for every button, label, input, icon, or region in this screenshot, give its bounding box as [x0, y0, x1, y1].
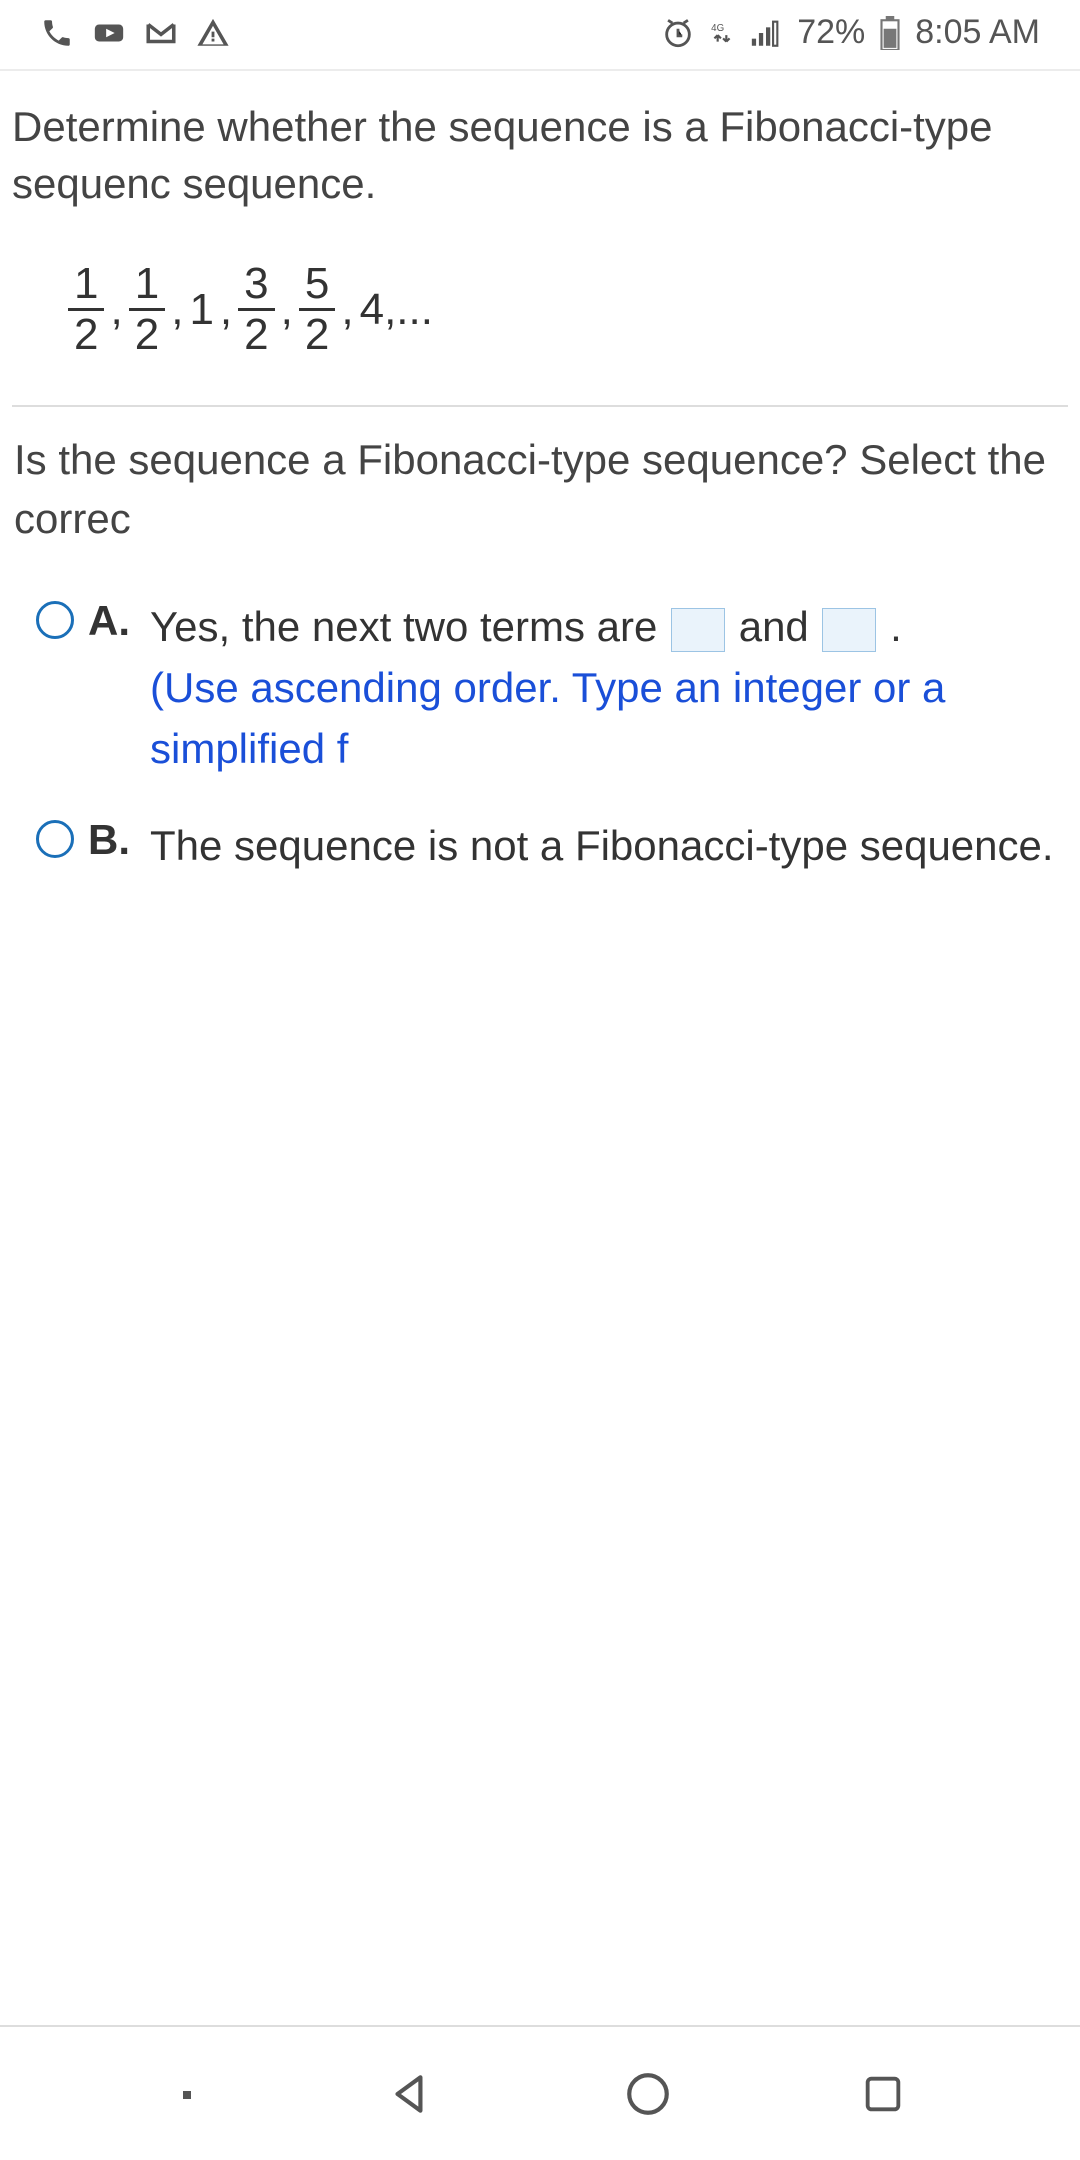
radio-a[interactable]: [36, 601, 74, 639]
circle-home-icon: [623, 2069, 673, 2119]
question-intro: Determine whether the sequence is a Fibo…: [12, 95, 1068, 222]
svg-text:4G: 4G: [711, 22, 724, 33]
term-5: 5 2: [299, 262, 335, 357]
signal-icon: [749, 16, 783, 50]
nav-home-button[interactable]: [623, 2069, 673, 2119]
status-right: 4G 72% 8:05 AM: [661, 13, 1040, 52]
status-bar: 4G 72% 8:05 AM: [0, 0, 1080, 65]
mail-icon: [144, 16, 178, 50]
term-4: 3 2: [238, 262, 274, 357]
option-a-hint: (Use ascending order. Type an integer or…: [150, 664, 945, 772]
phone-icon: [40, 16, 74, 50]
square-small-icon: [174, 2082, 198, 2106]
option-a-letter: A.: [88, 597, 136, 645]
option-a-text-after: .: [890, 603, 902, 650]
option-b-text: The sequence is not a Fibonacci-type seq…: [150, 816, 1054, 877]
option-a-body: Yes, the next two terms are and . (Use a…: [150, 597, 1068, 780]
term-tail: ,...: [384, 285, 433, 335]
term-3: 1: [189, 285, 213, 335]
sequence-display: 1 2 , 1 2 , 1 , 3 2 , 5 2: [12, 222, 1068, 397]
term-2: 1 2: [129, 262, 165, 357]
video-icon: [92, 16, 126, 50]
answer-input-1[interactable]: [671, 608, 725, 652]
term-1: 1 2: [68, 262, 104, 357]
option-a-text-mid: and: [739, 603, 821, 650]
warning-icon: [196, 16, 230, 50]
status-left: [40, 16, 230, 50]
square-recent-icon: [860, 2071, 906, 2117]
alarm-icon: [661, 16, 695, 50]
question-prompt: Is the sequence a Fibonacci-type sequenc…: [12, 431, 1068, 579]
option-b-letter: B.: [88, 816, 136, 864]
radio-b[interactable]: [36, 820, 74, 858]
question-content: Determine whether the sequence is a Fibo…: [0, 71, 1080, 895]
nav-back-button[interactable]: [385, 2069, 435, 2119]
clock-time: 8:05 AM: [915, 13, 1040, 52]
lte-icon: 4G: [709, 16, 735, 50]
term-6: 4: [360, 285, 384, 335]
nav-bar: [0, 2025, 1080, 2160]
battery-icon: [879, 16, 901, 50]
answer-input-2[interactable]: [822, 608, 876, 652]
nav-menu-button[interactable]: [174, 2082, 198, 2106]
nav-recent-button[interactable]: [860, 2071, 906, 2117]
triangle-back-icon: [385, 2069, 435, 2119]
option-a-text-before: Yes, the next two terms are: [150, 603, 669, 650]
battery-percent: 72%: [797, 13, 865, 52]
option-b[interactable]: B. The sequence is not a Fibonacci-type …: [12, 798, 1068, 895]
option-a[interactable]: A. Yes, the next two terms are and . (Us…: [12, 579, 1068, 798]
